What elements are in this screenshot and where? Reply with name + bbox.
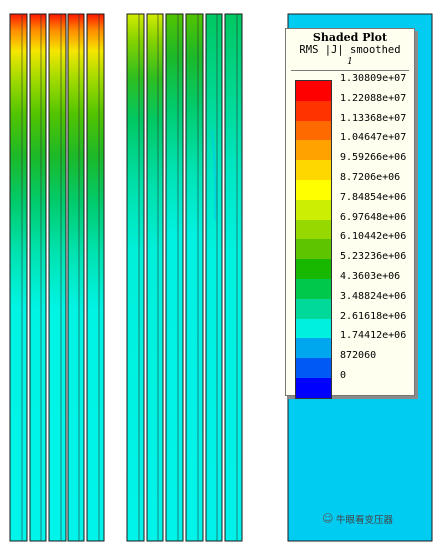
winding-disc xyxy=(165,13,184,542)
legend-swatch xyxy=(296,338,331,359)
legend-value: 9.59266e+06 xyxy=(340,152,407,164)
legend-value: 872060 xyxy=(340,350,377,362)
legend-swatch xyxy=(296,318,331,339)
legend-value: 3.48824e+06 xyxy=(340,290,407,302)
legend-color-scale xyxy=(295,80,332,399)
winding-disc xyxy=(67,13,85,542)
legend-swatch xyxy=(296,160,331,180)
legend-title: Shaded Plot xyxy=(312,31,388,44)
legend-value: 1.13368e+07 xyxy=(340,112,407,124)
winding-disc xyxy=(29,13,47,542)
legend-swatch xyxy=(296,259,331,279)
winding-disc xyxy=(185,13,204,542)
legend-value: 4.3603e+06 xyxy=(340,271,401,282)
legend-swatch xyxy=(296,140,331,161)
winding-disc xyxy=(9,13,28,542)
legend-value: 6.97648e+06 xyxy=(340,211,407,223)
legend-swatch xyxy=(296,179,331,200)
legend-swatch xyxy=(296,199,331,220)
winding-disc xyxy=(146,13,164,542)
legend-swatch xyxy=(296,298,331,319)
legend-swatch xyxy=(296,358,331,378)
winding-group-left xyxy=(9,13,105,542)
legend-value: 7.84854e+06 xyxy=(340,191,407,203)
winding-disc xyxy=(224,13,243,542)
legend-value: 1.04647e+07 xyxy=(340,132,407,144)
winding-disc xyxy=(86,13,105,542)
legend-swatch xyxy=(296,377,331,398)
legend-swatch xyxy=(296,278,331,299)
winding-disc xyxy=(48,13,67,542)
legend-panel[interactable]: Shaded Plot RMS |J| smoothed 1 1.30809e+… xyxy=(285,28,415,399)
legend-value: 8.7206e+06 xyxy=(340,172,401,183)
winding-disc xyxy=(205,13,223,542)
legend-value: 1.22088e+07 xyxy=(340,92,407,104)
legend-swatch xyxy=(296,120,331,141)
watermark-text: 牛眼看变压器 xyxy=(336,515,394,526)
legend-value: 2.61618e+06 xyxy=(340,310,407,322)
legend-divider xyxy=(291,70,409,71)
wechat-icon: ☺ xyxy=(322,512,334,525)
legend-swatch xyxy=(296,81,331,101)
legend-quantity: RMS |J| smoothed xyxy=(299,44,401,56)
legend-value: 6.10442e+06 xyxy=(340,231,407,243)
legend-swatch xyxy=(296,239,331,260)
legend-swatch xyxy=(296,219,331,240)
legend-subscript: 1 xyxy=(347,57,353,67)
legend-swatch xyxy=(296,100,331,121)
legend-value: 1.74412e+06 xyxy=(340,330,407,342)
legend-value: 0 xyxy=(340,370,347,381)
winding-group-right xyxy=(126,13,243,542)
legend-value: 1.30809e+07 xyxy=(340,73,407,84)
winding-disc xyxy=(126,13,145,542)
legend-value: 5.23236e+06 xyxy=(340,251,407,263)
